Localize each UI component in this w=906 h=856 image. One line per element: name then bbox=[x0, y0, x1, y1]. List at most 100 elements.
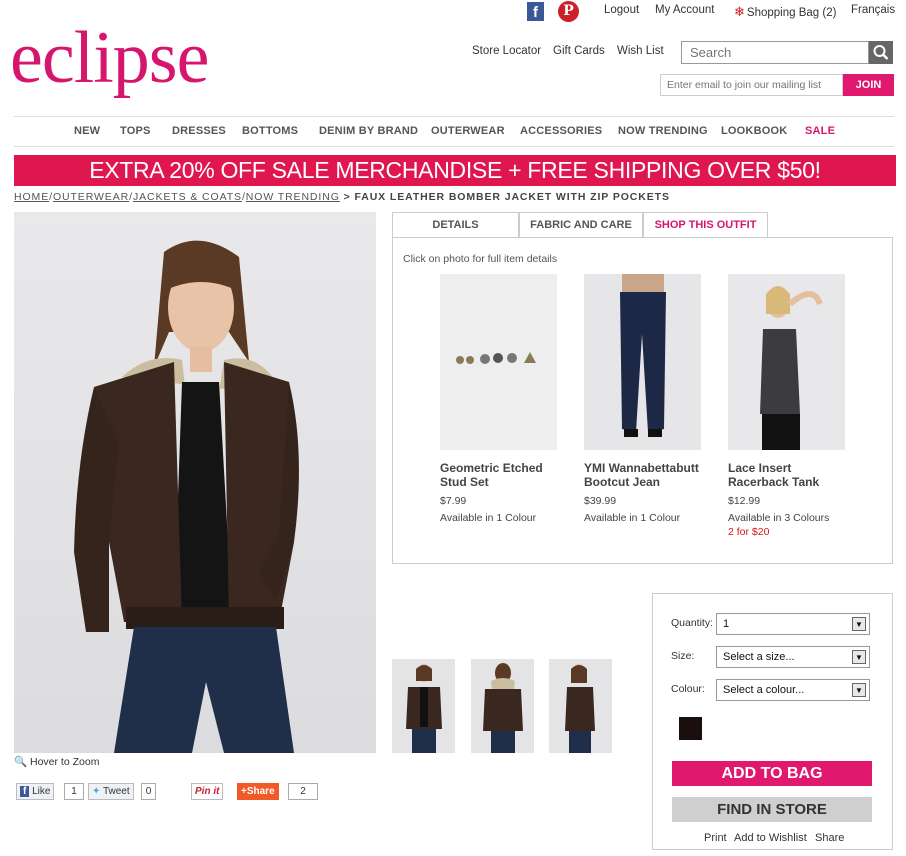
magnifier-icon: 🔍 bbox=[14, 756, 28, 768]
chevron-down-icon: ▼ bbox=[852, 617, 866, 631]
maple-leaf-icon: ❄ bbox=[734, 4, 745, 19]
wish-list-link[interactable]: Wish List bbox=[617, 45, 664, 57]
share-link[interactable]: Share bbox=[815, 832, 844, 844]
add-to-wishlist-link[interactable]: Add to Wishlist bbox=[734, 832, 807, 844]
facebook-icon: f bbox=[20, 786, 30, 797]
outfit-item[interactable]: Geometric Etched Stud Set $7.99 Availabl… bbox=[440, 274, 560, 524]
promo-banner[interactable]: EXTRA 20% OFF SALE MERCHANDISE + FREE SH… bbox=[14, 155, 896, 186]
quantity-select[interactable]: 1 ▼ bbox=[716, 613, 870, 635]
twitter-bird-icon: ✦ bbox=[92, 786, 101, 797]
join-button[interactable]: JOIN bbox=[843, 74, 894, 96]
size-label: Size: bbox=[671, 650, 695, 662]
nav-dresses[interactable]: DRESSES bbox=[172, 125, 226, 137]
outfit-hint: Click on photo for full item details bbox=[403, 253, 558, 265]
product-thumbnail-back[interactable] bbox=[471, 659, 534, 753]
model-jacket-photo bbox=[74, 240, 299, 753]
tweet-label: Tweet bbox=[103, 786, 130, 797]
outfit-item-image[interactable] bbox=[728, 274, 845, 450]
bootcut-jean-photo bbox=[584, 274, 701, 450]
product-thumbnail-front[interactable] bbox=[392, 659, 455, 753]
outfit-item[interactable]: Lace Insert Racerback Tank $12.99 Availa… bbox=[728, 274, 848, 538]
facebook-icon[interactable]: f bbox=[527, 2, 544, 21]
language-link[interactable]: Français bbox=[851, 4, 895, 16]
find-in-store-button[interactable]: FIND IN STORE bbox=[672, 797, 872, 822]
colour-value: Select a colour... bbox=[723, 684, 805, 696]
store-locator-link[interactable]: Store Locator bbox=[472, 45, 541, 57]
share-label: Share bbox=[246, 786, 275, 797]
breadcrumb-home[interactable]: HOME bbox=[14, 191, 49, 203]
logout-link[interactable]: Logout bbox=[604, 4, 639, 16]
outfit-item-price: $39.99 bbox=[584, 495, 617, 507]
pin-it-button[interactable]: Pin it bbox=[191, 783, 224, 800]
add-to-bag-button[interactable]: ADD TO BAG bbox=[672, 761, 872, 786]
outfit-item-name[interactable]: Lace Insert Racerback Tank bbox=[728, 461, 848, 489]
nav-accessories[interactable]: ACCESSORIES bbox=[520, 125, 602, 137]
outfit-item-availability: Available in 1 Colour bbox=[584, 512, 681, 524]
outfit-item-image[interactable] bbox=[440, 274, 557, 450]
main-nav: NEW TOPS DRESSES BOTTOMS DENIM BY BRAND … bbox=[14, 116, 894, 147]
shopping-bag-link[interactable]: ❄ Shopping Bag (2) bbox=[734, 4, 836, 20]
quantity-value: 1 bbox=[723, 618, 730, 630]
breadcrumb-jackets[interactable]: JACKETS & COATS bbox=[133, 191, 242, 203]
like-label: Like bbox=[32, 786, 51, 797]
nav-tops[interactable]: TOPS bbox=[120, 125, 151, 137]
colour-label: Colour: bbox=[671, 683, 705, 695]
tweet-button[interactable]: ✦ Tweet bbox=[88, 783, 134, 800]
nav-new[interactable]: NEW bbox=[74, 125, 100, 137]
tab-details[interactable]: DETAILS bbox=[392, 212, 519, 237]
stud-earrings-photo bbox=[440, 274, 557, 450]
nav-denim-by-brand[interactable]: DENIM BY BRAND bbox=[319, 125, 418, 137]
racerback-tank-photo bbox=[728, 274, 845, 450]
outfit-item-promo: 2 for $20 bbox=[728, 526, 770, 538]
nav-sale[interactable]: SALE bbox=[805, 125, 835, 137]
shop-outfit-panel: Click on photo for full item details Geo… bbox=[392, 237, 893, 564]
outfit-item-availability: Available in 1 Colour bbox=[440, 512, 537, 524]
search-icon bbox=[873, 45, 889, 60]
like-count: 1 bbox=[64, 783, 84, 800]
gift-cards-link[interactable]: Gift Cards bbox=[553, 45, 605, 57]
tab-shop-this-outfit[interactable]: SHOP THIS OUTFIT bbox=[643, 212, 768, 237]
colour-select[interactable]: Select a colour... ▼ bbox=[716, 679, 870, 701]
outfit-item-name[interactable]: YMI Wannabettabutt Bootcut Jean bbox=[584, 461, 704, 489]
tab-fabric-and-care[interactable]: FABRIC AND CARE bbox=[519, 212, 643, 237]
nav-now-trending[interactable]: NOW TRENDING bbox=[618, 125, 708, 137]
eclipse-logo[interactable]: eclipse bbox=[10, 18, 209, 98]
colour-swatch[interactable] bbox=[679, 717, 702, 740]
nav-outerwear[interactable]: OUTERWEAR bbox=[431, 125, 505, 137]
chevron-down-icon: ▼ bbox=[852, 650, 866, 664]
outfit-item-name[interactable]: Geometric Etched Stud Set bbox=[440, 461, 560, 489]
zoom-hint-label: Hover to Zoom bbox=[30, 756, 100, 768]
product-main-image[interactable] bbox=[14, 212, 376, 753]
facebook-like-button[interactable]: f Like bbox=[16, 783, 55, 800]
mailing-email-input[interactable] bbox=[660, 74, 843, 96]
outfit-item-price: $12.99 bbox=[728, 495, 761, 507]
search-button[interactable] bbox=[869, 41, 893, 64]
share-count: 2 bbox=[288, 783, 318, 800]
outfit-item-availability: Available in 3 Colours bbox=[728, 512, 830, 524]
product-thumbnail-side[interactable] bbox=[549, 659, 612, 753]
purchase-box: Quantity: 1 ▼ Size: Select a size... ▼ C… bbox=[652, 593, 893, 850]
nav-bottoms[interactable]: BOTTOMS bbox=[242, 125, 298, 137]
share-button[interactable]: +Share bbox=[237, 783, 279, 800]
outfit-item-price: $7.99 bbox=[440, 495, 467, 507]
jacket-side-thumb bbox=[565, 664, 595, 753]
nav-lookbook[interactable]: LOOKBOOK bbox=[721, 125, 787, 137]
hover-zoom-hint: 🔍 Hover to Zoom bbox=[14, 755, 99, 768]
breadcrumb-outerwear[interactable]: OUTERWEAR bbox=[53, 191, 129, 203]
pinterest-icon[interactable]: P bbox=[558, 1, 579, 22]
outfit-item-image[interactable] bbox=[584, 274, 701, 450]
quantity-label: Quantity: bbox=[671, 617, 714, 629]
breadcrumb-trending[interactable]: NOW TRENDING bbox=[246, 191, 340, 203]
breadcrumb: HOME/OUTERWEAR/JACKETS & COATS/NOW TREND… bbox=[14, 191, 670, 203]
tweet-count: 0 bbox=[141, 783, 156, 800]
outfit-item[interactable]: YMI Wannabettabutt Bootcut Jean $39.99 A… bbox=[584, 274, 704, 524]
size-select[interactable]: Select a size... ▼ bbox=[716, 646, 870, 668]
size-value: Select a size... bbox=[723, 651, 795, 663]
search-input[interactable] bbox=[681, 41, 869, 64]
chevron-down-icon: ▼ bbox=[852, 683, 866, 697]
print-link[interactable]: Print bbox=[704, 832, 727, 844]
jacket-back-thumb bbox=[483, 663, 523, 753]
breadcrumb-current: > FAUX LEATHER BOMBER JACKET WITH ZIP PO… bbox=[343, 191, 670, 203]
shopping-bag-label: Shopping Bag (2) bbox=[746, 7, 837, 19]
my-account-link[interactable]: My Account bbox=[655, 4, 714, 16]
